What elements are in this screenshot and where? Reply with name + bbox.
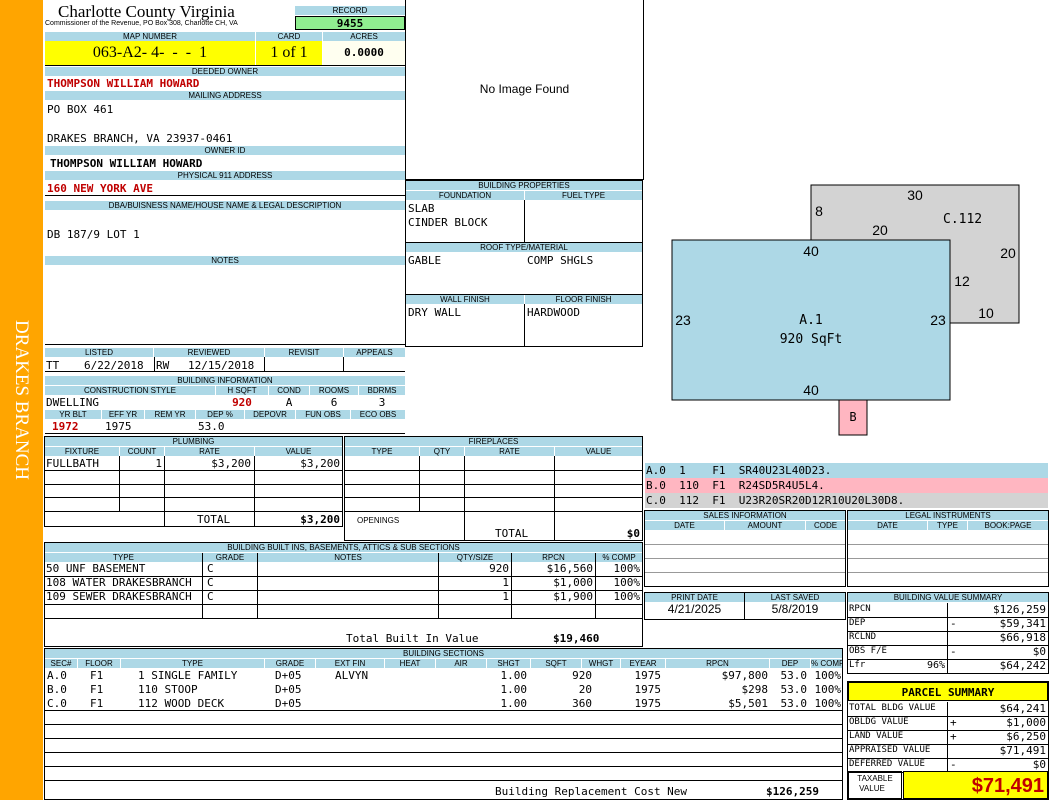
funobs-label: FUN OBS: [296, 410, 350, 419]
sketch-dim-c-12: 12: [954, 273, 970, 289]
photo-placeholder: No Image Found: [479, 82, 570, 96]
sketch-dim-a-left: 23: [675, 312, 691, 328]
side-label: DRAKES BRANCH: [11, 320, 32, 480]
hsqft-value: 920: [232, 396, 252, 409]
construction-style: DWELLING: [46, 396, 99, 409]
dba-value: DB 187/9 LOT 1: [47, 228, 140, 241]
acres-label: ACRES: [323, 32, 405, 41]
card-number: 1 of 1: [256, 41, 322, 65]
taxable-value: $71,491: [903, 771, 1048, 799]
ecoobs-label: ECO OBS: [351, 410, 405, 419]
card-label: CARD: [256, 32, 322, 41]
mailing-line1: PO BOX 461: [47, 103, 114, 116]
effyr-label: EFF YR: [102, 410, 144, 419]
taxable-label-1: TAXABLE: [857, 774, 893, 783]
address911: 160 NEW YORK AVE: [47, 182, 153, 195]
sketch-label-b: B: [849, 410, 856, 424]
sketch-dim-a-top: 40: [803, 243, 819, 259]
building-sketch: C.112 A.1 920 SqFt B 40 40 23 23 30 8 20…: [671, 184, 1020, 436]
sketch-dim-c-top: 30: [907, 187, 923, 203]
hsqft-label: H SQFT: [216, 386, 268, 395]
builtins-total: $19,460: [553, 632, 600, 645]
owner-id-label: OWNER ID: [45, 146, 405, 155]
sketch-dim-c-20b: 20: [1000, 245, 1016, 261]
sketch-dim-a-right: 23: [930, 312, 946, 328]
acres-value: 0.0000: [323, 41, 405, 65]
sketch-label-a: A.1: [799, 313, 822, 328]
bdrms-value: 3: [378, 396, 386, 409]
county-title: Charlotte County Virginia: [58, 2, 235, 21]
effyr-value: 1975: [105, 420, 132, 433]
owner-id: THOMPSON WILLIAM HOWARD: [50, 157, 203, 170]
sketch-dim-a-bottom: 40: [803, 382, 819, 398]
appeals-label: APPEALS: [344, 348, 405, 357]
dep-label: DEP %: [196, 410, 244, 419]
cond-value: A: [285, 396, 293, 409]
rooms-value: 6: [330, 396, 338, 409]
yrblt-value: 1972: [52, 420, 79, 433]
remyr-label: REM YR: [145, 410, 195, 419]
rooms-label: ROOMS: [310, 386, 358, 395]
map-number: 063-A2- 4- - - 1: [45, 41, 255, 65]
reviewed-label: REVIEWED: [154, 348, 264, 357]
dba-label: DBA/BUISNESS NAME/HOUSE NAME & LEGAL DES…: [45, 201, 405, 210]
sketch-dim-c-20a: 20: [872, 222, 888, 238]
taxable-label-2: VALUE: [859, 784, 885, 793]
sketch-dim-c-8: 8: [815, 203, 823, 219]
bldg-info-label: BUILDING INFORMATION: [45, 376, 405, 385]
legend-row: C.0 112 F1 U23R20SR20D12R10U20L30D8.: [646, 494, 905, 507]
mailing-line2: DRAKES BRANCH, VA 23937-0461: [47, 132, 233, 145]
notes-label: NOTES: [45, 256, 405, 265]
style-label: CONSTRUCTION STYLE: [45, 386, 215, 395]
legend-row: B.0 110 F1 R24SD5R4U5L4.: [646, 479, 825, 492]
listed-label: LISTED: [45, 348, 153, 357]
dep-value: 53.0: [198, 420, 225, 433]
address911-label: PHYSICAL 911 ADDRESS: [45, 171, 405, 180]
bdrms-label: BDRMS: [359, 386, 405, 395]
map-number-label: MAP NUMBER: [45, 32, 255, 41]
yrblt-label: YR BLT: [45, 410, 101, 419]
record-value: 9455: [295, 16, 405, 30]
deeded-owner-label: DEEDED OWNER: [45, 67, 405, 76]
deeded-owner: THOMPSON WILLIAM HOWARD: [47, 77, 200, 90]
legend-row: A.0 1 F1 SR40U23L40D23.: [646, 464, 832, 477]
county-subtitle: Commissioner of the Revenue, PO Box 308,…: [45, 20, 238, 27]
revisit-label: REVISIT: [265, 348, 343, 357]
sketch-dim-c-10: 10: [978, 305, 994, 321]
record-label: RECORD: [295, 6, 405, 15]
sketch-sqft-a: 920 SqFt: [780, 332, 843, 347]
builtins-total-label: Total Built In Value: [346, 632, 479, 645]
mailing-label: MAILING ADDRESS: [45, 91, 405, 100]
cond-label: COND: [269, 386, 309, 395]
sketch-label-c: C.112: [943, 212, 982, 227]
depovr-label: DEPOVR: [245, 410, 295, 419]
